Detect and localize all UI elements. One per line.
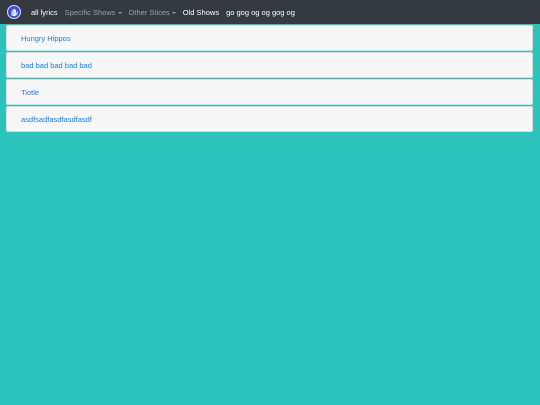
list-item-link[interactable]: Tiotle — [21, 88, 39, 97]
navbar: all lyrics Specific Shows Other Stices O… — [0, 0, 540, 24]
list-item: bad bad bad bad bad — [6, 52, 533, 78]
nav-specific-shows-label: Specific Shows — [64, 7, 116, 17]
nav-other-stices-label: Other Stices — [128, 7, 170, 17]
nav-specific-shows-dropdown[interactable]: Specific Shows — [65, 8, 122, 17]
list-item: asdfsadfasdfasdfasdf — [6, 106, 533, 132]
nav-old-shows[interactable]: Old Shows — [183, 8, 219, 17]
nav-go-gog[interactable]: go gog og og gog og — [226, 8, 295, 17]
list-item-link[interactable]: bad bad bad bad bad — [21, 61, 92, 70]
list-item-link[interactable]: Hungry Hippos — [21, 34, 71, 43]
hand-logo-icon[interactable] — [7, 5, 21, 19]
nav-other-stices-dropdown[interactable]: Other Stices — [129, 8, 176, 17]
list-item: Tiotle — [6, 79, 533, 105]
chevron-down-icon — [117, 11, 122, 14]
song-list: Hungry Hippos bad bad bad bad bad Tiotle… — [6, 25, 533, 133]
nav-all-lyrics[interactable]: all lyrics — [31, 8, 58, 17]
chevron-down-icon — [171, 11, 176, 14]
list-item-link[interactable]: asdfsadfasdfasdfasdf — [21, 115, 92, 124]
list-item: Hungry Hippos — [6, 25, 533, 51]
